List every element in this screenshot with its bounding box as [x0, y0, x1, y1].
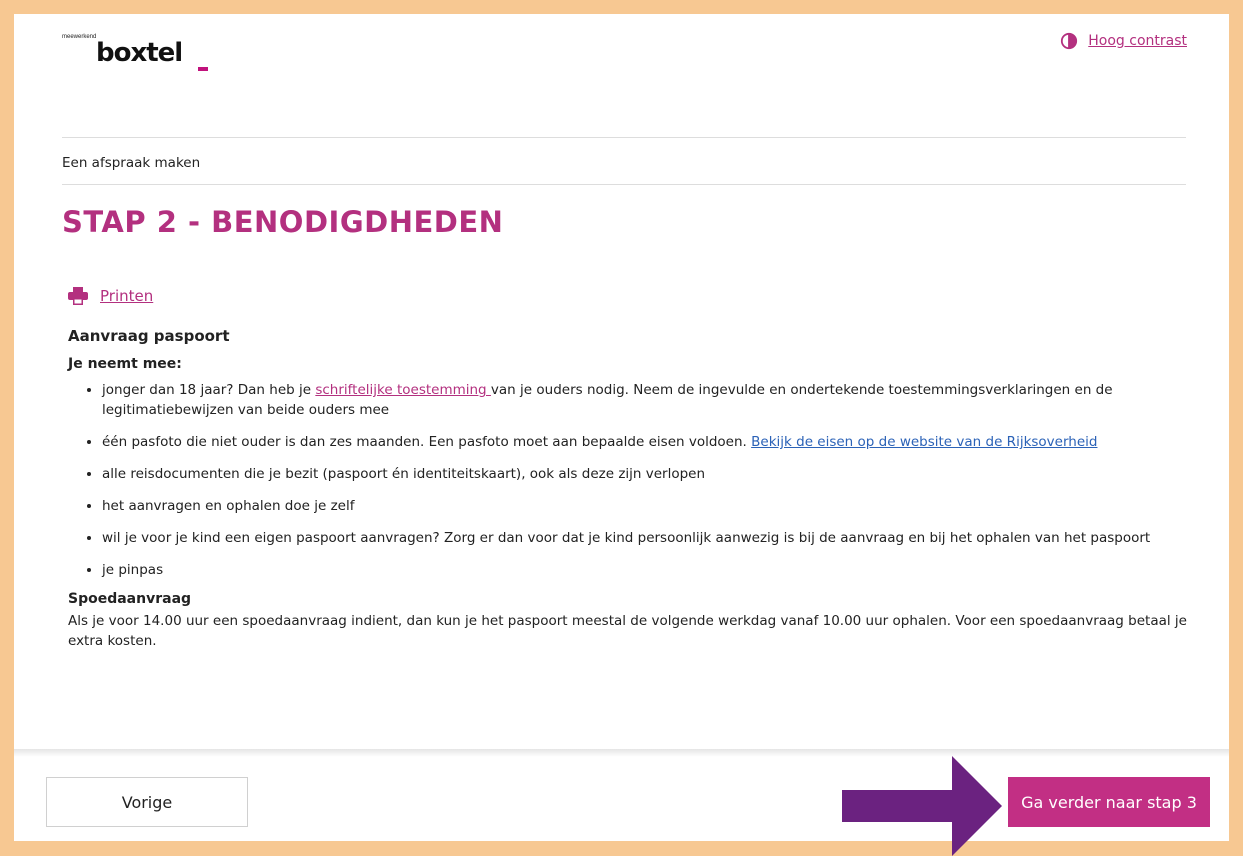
list-item: één pasfoto die niet ouder is dan zes ma… [102, 432, 1193, 452]
arrow-right-icon [842, 756, 1002, 856]
high-contrast-toggle[interactable]: Hoog contrast [1060, 32, 1187, 50]
list-item: het aanvragen en ophalen doe je zelf [102, 496, 1193, 516]
previous-button[interactable]: Vorige [46, 777, 248, 827]
print-link[interactable]: Printen [100, 287, 153, 305]
spoed-text: Als je voor 14.00 uur een spoedaanvraag … [68, 613, 1187, 649]
consent-link[interactable]: schriftelijke toestemming [315, 382, 491, 398]
page-title: STAP 2 - BENODIGDHEDEN [62, 205, 504, 239]
spoed-heading: Spoedaanvraag [68, 591, 192, 607]
contrast-icon [1061, 32, 1078, 50]
item-text: één pasfoto die niet ouder is dan zes ma… [102, 434, 752, 450]
item-text: jonger dan 18 jaar? Dan heb je [102, 382, 316, 398]
printer-icon [68, 287, 88, 305]
list-item: je pinpas [102, 560, 1193, 580]
high-contrast-link[interactable]: Hoog contrast [1088, 33, 1187, 49]
section-subheading: Je neemt mee: [68, 356, 182, 372]
requirements-content: Aanvraag paspoort Je neemt mee: jonger d… [68, 326, 1193, 651]
logo-tagline: meewerkend [62, 34, 97, 40]
next-step-button[interactable]: Ga verder naar stap 3 [1008, 777, 1210, 827]
print-action[interactable]: Printen [68, 287, 153, 305]
list-item: alle reisdocumenten die je bezit (paspoo… [102, 464, 1193, 484]
logo-word: boxtel [96, 38, 183, 68]
list-item: jonger dan 18 jaar? Dan heb je schriftel… [102, 380, 1193, 420]
requirements-list: jonger dan 18 jaar? Dan heb je schriftel… [68, 380, 1193, 580]
page-panel: meewerkend boxtel Hoog contrast Een afsp… [14, 14, 1229, 856]
divider-breadcrumb [62, 184, 1186, 185]
rijksoverheid-link[interactable]: Bekijk de eisen op de website van de Rij… [751, 434, 1097, 450]
list-item: wil je voor je kind een eigen paspoort a… [102, 528, 1193, 548]
divider-top [62, 137, 1186, 138]
section-heading: Aanvraag paspoort [68, 327, 230, 345]
logo-accent [198, 67, 208, 71]
footer-divider [14, 749, 1229, 757]
breadcrumb: Een afspraak maken [62, 155, 201, 171]
